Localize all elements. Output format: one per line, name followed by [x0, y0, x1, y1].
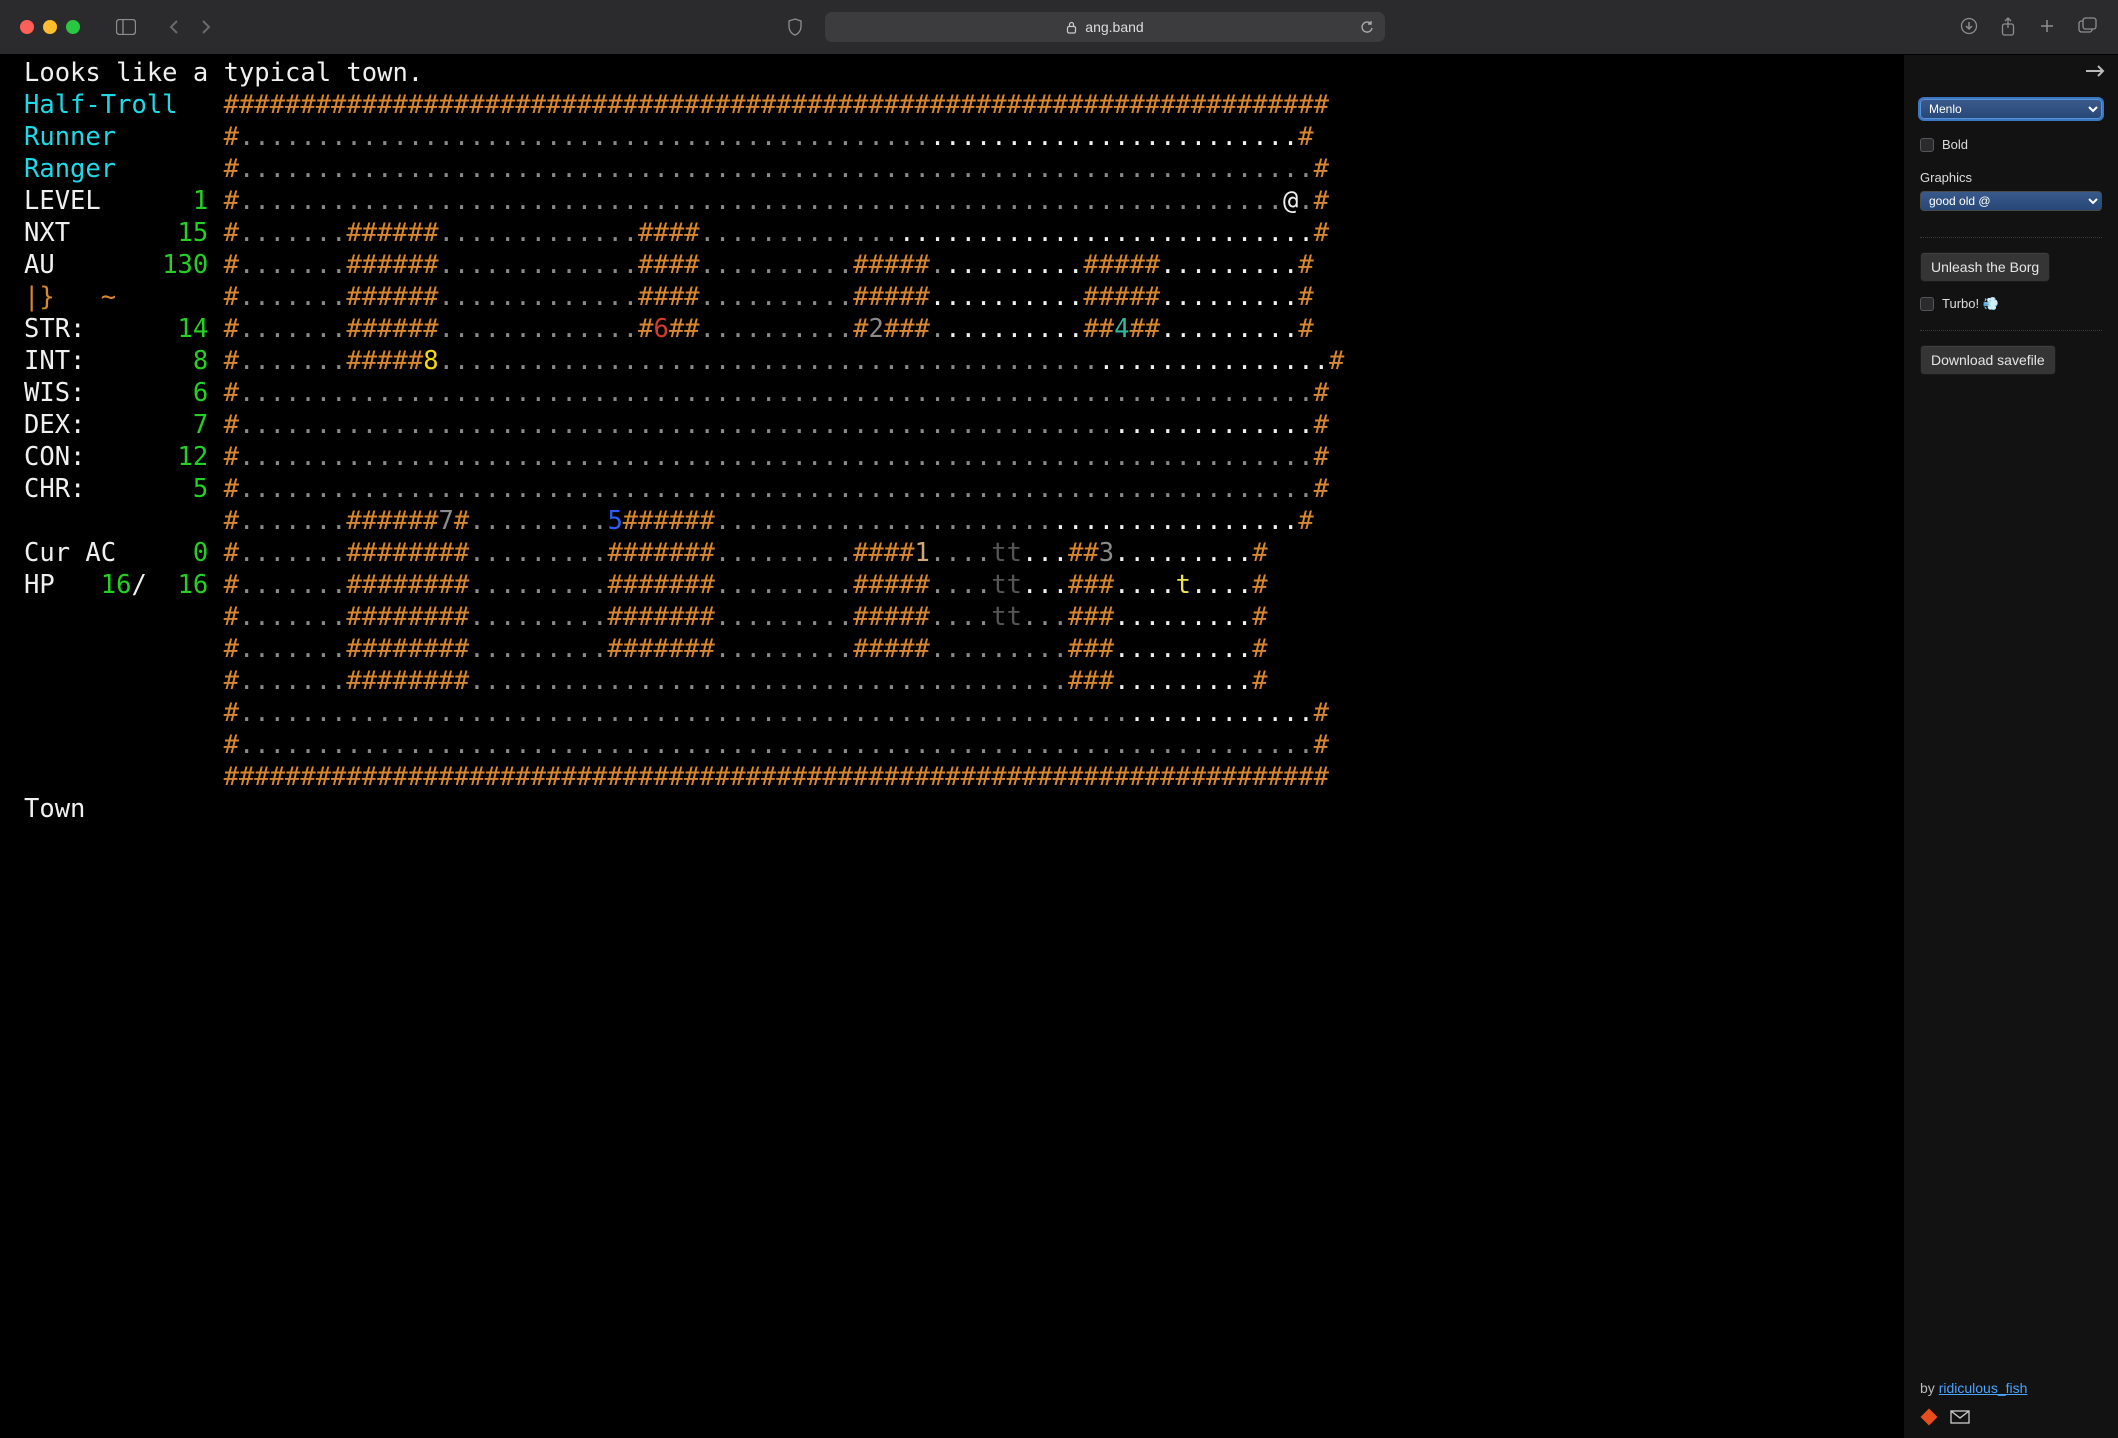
val-chr: 5 — [193, 474, 208, 504]
divider — [1920, 330, 2102, 331]
download-savefile-button[interactable]: Download savefile — [1920, 345, 2056, 375]
main: Looks like a typical town. Half-Troll ##… — [0, 55, 2118, 1438]
townsfolk1: t — [1176, 570, 1191, 600]
mail-icon[interactable] — [1950, 1410, 1970, 1424]
git-icon[interactable] — [1920, 1408, 1938, 1426]
val-curac: 0 — [193, 538, 208, 568]
turbo-label: Turbo! 💨 — [1942, 296, 1999, 312]
address-bar[interactable]: ang.band — [825, 12, 1385, 42]
forward-button-icon[interactable] — [200, 19, 212, 35]
shop-5: 5 — [607, 506, 622, 536]
back-button-icon[interactable] — [168, 19, 180, 35]
label-str: STR: — [24, 314, 85, 344]
label-chr: CHR: — [24, 474, 85, 504]
lock-icon — [1066, 21, 1077, 34]
bold-label: Bold — [1942, 137, 1968, 152]
credit-prefix: by — [1920, 1380, 1939, 1396]
credit-link[interactable]: ridiculous_fish — [1939, 1380, 2028, 1396]
player-icon: @ — [1283, 186, 1298, 216]
label-hp: HP — [24, 570, 55, 600]
sidebar-toggle-icon[interactable] — [112, 16, 140, 38]
new-tab-icon[interactable] — [2038, 17, 2056, 37]
divider — [1920, 237, 2102, 238]
credit-line: by ridiculous_fish — [1920, 1380, 2027, 1396]
shop-7: 7 — [439, 506, 454, 536]
label-curac: Cur AC — [24, 538, 116, 568]
char-name: Runner — [24, 122, 116, 152]
char-race: Half-Troll — [24, 90, 178, 120]
privacy-shield-icon[interactable] — [787, 18, 803, 36]
tabs-icon[interactable] — [2078, 17, 2098, 37]
graphics-label: Graphics — [1920, 170, 2102, 185]
terminal-output: Looks like a typical town. Half-Troll ##… — [24, 57, 1903, 825]
traffic-lights — [20, 20, 80, 34]
url-text: ang.band — [1085, 19, 1143, 35]
val-str: 14 — [178, 314, 209, 344]
turbo-checkbox-row[interactable]: Turbo! 💨 — [1920, 296, 2102, 312]
reload-icon[interactable] — [1360, 20, 1375, 35]
fullscreen-window-icon[interactable] — [66, 20, 80, 34]
game-message: Looks like a typical town. — [24, 58, 423, 88]
bold-checkbox[interactable] — [1920, 138, 1934, 152]
browser-chrome: ang.band — [0, 0, 2118, 55]
label-nxt: NXT — [24, 218, 70, 248]
label-wis: WIS: — [24, 378, 85, 408]
unleash-borg-button[interactable]: Unleash the Borg — [1920, 252, 2050, 282]
label-level: LEVEL — [24, 186, 101, 216]
shop-2: 2 — [869, 314, 884, 344]
equip-line: |} ~ — [24, 282, 116, 312]
val-con: 12 — [178, 442, 209, 472]
val-int: 8 — [193, 346, 208, 376]
shop-8: 8 — [423, 346, 438, 376]
val-au: 130 — [162, 250, 208, 280]
shop-3: 3 — [1099, 538, 1114, 568]
val-hp-max: 16 — [178, 570, 209, 600]
shop-1: 1 — [915, 538, 930, 568]
turbo-checkbox[interactable] — [1920, 297, 1934, 311]
minimize-window-icon[interactable] — [43, 20, 57, 34]
val-level: 1 — [193, 186, 208, 216]
label-con: CON: — [24, 442, 85, 472]
label-dex: DEX: — [24, 410, 85, 440]
char-class: Ranger — [24, 154, 116, 184]
bold-checkbox-row[interactable]: Bold — [1920, 137, 2102, 152]
downloads-icon[interactable] — [1960, 17, 1978, 37]
close-window-icon[interactable] — [20, 20, 34, 34]
shop-6: 6 — [654, 314, 669, 344]
val-nxt: 15 — [178, 218, 209, 248]
expand-icon[interactable] — [2084, 63, 2106, 79]
graphics-select[interactable]: good old @ — [1920, 191, 2102, 211]
depth-label: Town — [24, 794, 85, 824]
settings-sidebar: Menlo Bold Graphics good old @ Unleash t… — [1903, 55, 2118, 1438]
val-wis: 6 — [193, 378, 208, 408]
val-dex: 7 — [193, 410, 208, 440]
font-select[interactable]: Menlo — [1920, 99, 2102, 119]
label-int: INT: — [24, 346, 85, 376]
val-hp-cur: 16 — [101, 570, 132, 600]
shop-4: 4 — [1114, 314, 1129, 344]
label-au: AU — [24, 250, 55, 280]
share-icon[interactable] — [2000, 17, 2016, 37]
game-terminal-area[interactable]: Looks like a typical town. Half-Troll ##… — [0, 55, 1903, 1438]
